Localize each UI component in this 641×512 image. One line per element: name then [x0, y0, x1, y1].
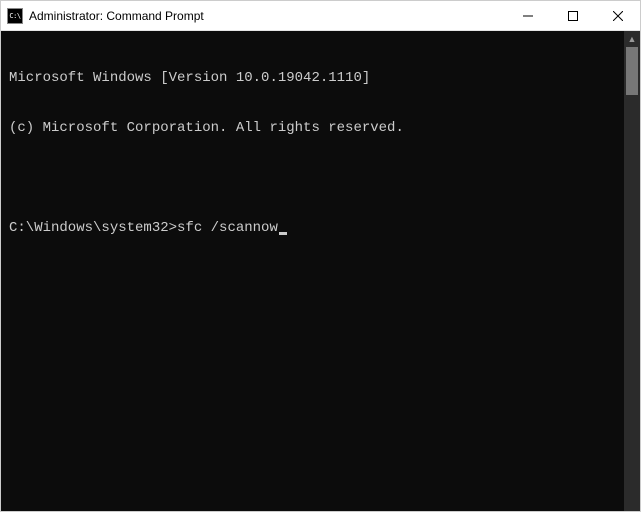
scroll-up-arrow-icon[interactable]: ▲ — [624, 31, 640, 47]
terminal-line: (c) Microsoft Corporation. All rights re… — [9, 119, 624, 137]
scroll-thumb[interactable] — [626, 47, 638, 95]
titlebar[interactable]: C:\ Administrator: Command Prompt — [1, 1, 640, 31]
minimize-button[interactable] — [505, 1, 550, 30]
maximize-button[interactable] — [550, 1, 595, 30]
close-button[interactable] — [595, 1, 640, 30]
terminal-prompt-line: C:\Windows\system32>sfc /scannow — [9, 220, 624, 236]
cmd-icon: C:\ — [7, 8, 23, 24]
scrollbar[interactable]: ▲ — [624, 31, 640, 511]
window-title: Administrator: Command Prompt — [29, 9, 505, 23]
terminal-area[interactable]: Microsoft Windows [Version 10.0.19042.11… — [1, 31, 640, 511]
cursor-icon — [279, 232, 287, 235]
terminal-content[interactable]: Microsoft Windows [Version 10.0.19042.11… — [1, 31, 624, 511]
command-prompt-window: C:\ Administrator: Command Prompt Micros… — [0, 0, 641, 512]
terminal-blank-line — [9, 169, 624, 187]
terminal-command: sfc /scannow — [177, 220, 278, 236]
terminal-prompt: C:\Windows\system32> — [9, 220, 177, 236]
terminal-line: Microsoft Windows [Version 10.0.19042.11… — [9, 69, 624, 87]
window-controls — [505, 1, 640, 30]
